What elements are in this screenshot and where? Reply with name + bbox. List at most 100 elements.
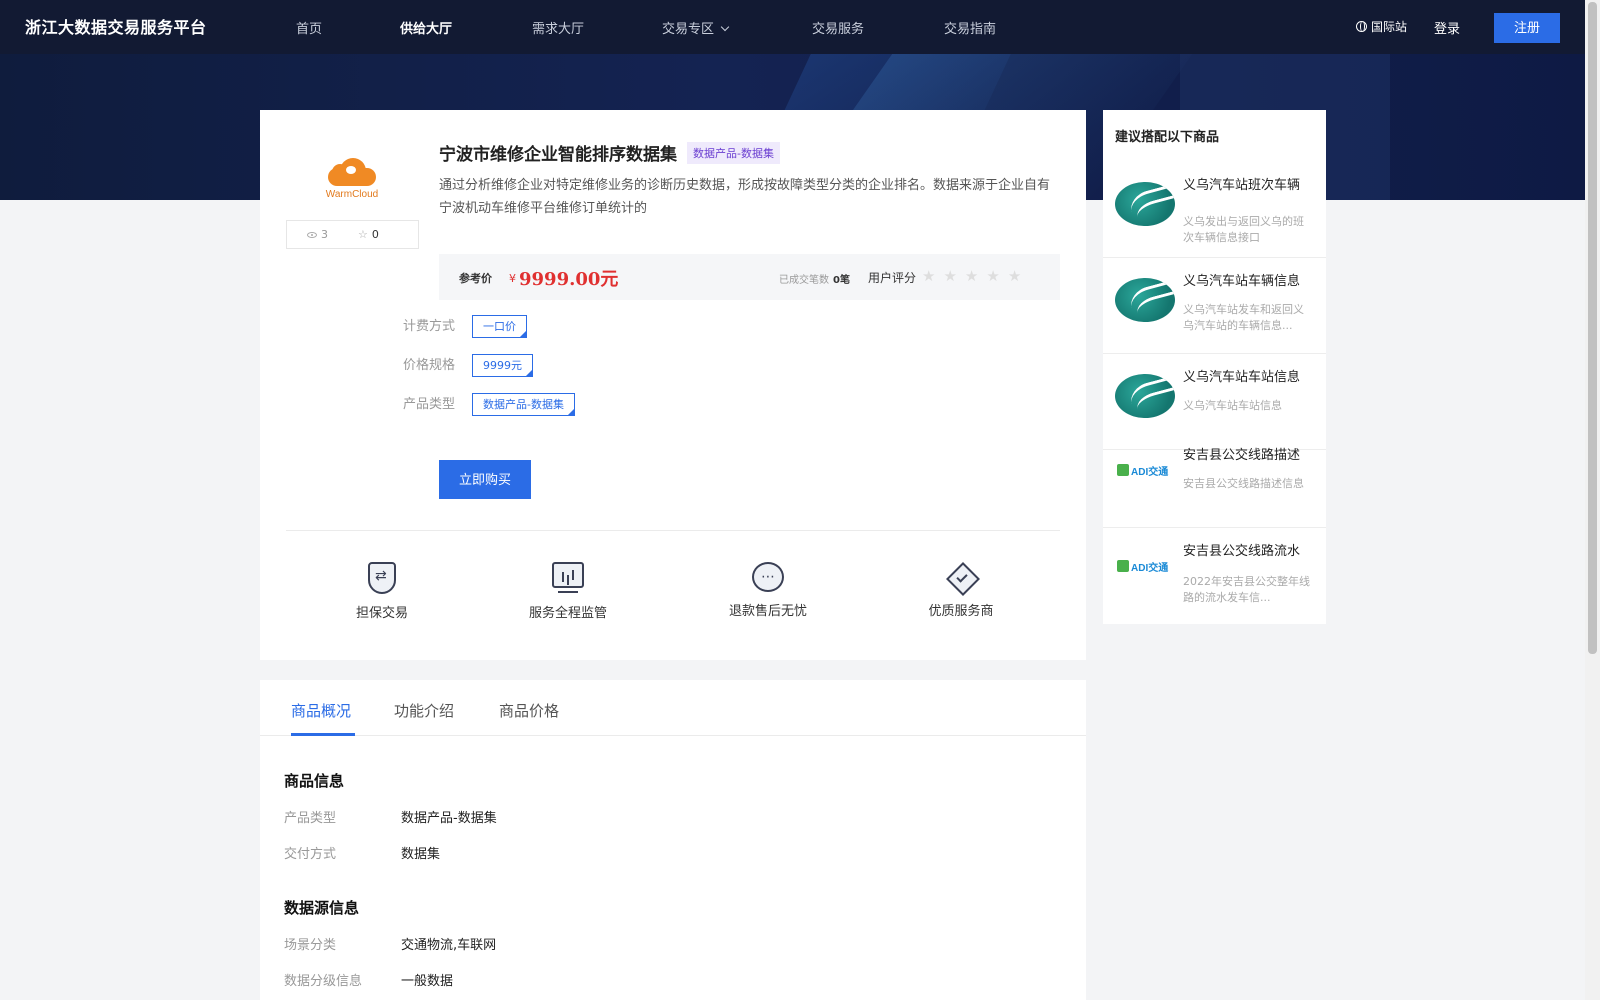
brand-name: WarmCloud xyxy=(325,189,379,200)
favorite-count[interactable]: ☆ 0 xyxy=(358,228,379,241)
deal-count: 已成交笔数 0笔 xyxy=(779,271,850,286)
recommendation-panel: 建议搭配以下商品 义乌汽车站班次车辆 义乌发出与返回义乌的班次车辆信息接口 义乌… xyxy=(1103,110,1326,624)
star-icon: ★ xyxy=(964,267,979,285)
price-label: 参考价 xyxy=(459,272,492,285)
data-source-title: 数据源信息 xyxy=(284,899,360,917)
eye-icon xyxy=(307,231,317,238)
feature-quality-provider: 优质服务商 xyxy=(891,562,1031,619)
adi-logo-mark xyxy=(1117,464,1129,476)
feature-label: 退款售后无忧 xyxy=(728,604,807,619)
product-info-title: 商品信息 xyxy=(284,772,345,790)
view-count-value: 3 xyxy=(321,228,328,241)
chat-icon: ⋯ xyxy=(752,562,784,592)
buy-now-button[interactable]: 立即购买 xyxy=(439,460,531,499)
rating-stars: ★ ★ ★ ★ ★ xyxy=(922,267,1021,285)
diamond-icon xyxy=(946,562,976,592)
rating-label: 用户评分 xyxy=(868,271,917,285)
product-card: WarmCloud 3 ☆ 0 宁波市维修企业智能排序数据集 数据产品-数据集 … xyxy=(260,110,1086,660)
view-count: 3 xyxy=(307,228,328,241)
shield-icon xyxy=(368,562,396,594)
international-site-link[interactable]: 国际站 xyxy=(1356,18,1407,35)
detail-tabs: 商品概况 功能介绍 商品价格 xyxy=(260,680,1086,736)
recommendation-name: 安吉县公交线路描述 xyxy=(1183,448,1301,463)
recommendation-desc: 2022年安吉县公交整年线路的流水发车信... xyxy=(1183,575,1310,604)
recommendation-desc: 义乌发出与返回义乌的班次车辆信息接口 xyxy=(1183,215,1304,244)
recommendation-desc: 义乌汽车站车站信息 xyxy=(1183,399,1282,412)
product-title-row: 宁波市维修企业智能排序数据集 数据产品-数据集 xyxy=(439,140,780,165)
price-spec-label: 价格规格 xyxy=(403,358,456,373)
price-spec-option[interactable]: 9999元 xyxy=(472,354,533,377)
info-value: 交通物流,车联网 xyxy=(401,938,497,953)
divider xyxy=(286,530,1060,531)
nav-item-guide[interactable]: 交易指南 xyxy=(944,18,996,37)
info-label: 场景分类 xyxy=(284,938,337,953)
recommendation-item[interactable]: ADI交通 安吉县公交线路描述 安吉县公交线路描述信息 xyxy=(1103,432,1326,528)
monitor-icon xyxy=(552,562,584,593)
site-logo[interactable]: 浙江大数据交易服务平台 xyxy=(25,14,207,38)
recommendation-title: 建议搭配以下商品 xyxy=(1115,130,1220,145)
nav-item-supply[interactable]: 供给大厅 xyxy=(400,18,452,37)
international-site-label: 国际站 xyxy=(1371,20,1408,34)
product-type-label: 产品类型 xyxy=(403,397,456,412)
scroll-thumb[interactable] xyxy=(1588,2,1597,654)
adi-logo-text: ADI交通 xyxy=(1131,466,1169,478)
tab-overview[interactable]: 商品概况 xyxy=(291,700,351,721)
star-icon: ★ xyxy=(1007,267,1022,285)
recommendation-name: 义乌汽车站车站信息 xyxy=(1183,370,1301,385)
active-tab-indicator xyxy=(291,733,355,736)
star-outline-icon: ☆ xyxy=(358,228,368,241)
bus-station-logo xyxy=(1115,278,1175,322)
recommendation-name: 义乌汽车站车辆信息 xyxy=(1183,274,1301,289)
recommendation-item[interactable]: ADI交通 安吉县公交线路流水 2022年安吉县公交整年线路的流水发车信... xyxy=(1103,528,1326,624)
feature-label: 服务全程监管 xyxy=(528,606,607,621)
info-label: 交付方式 xyxy=(284,847,337,862)
register-button[interactable]: 注册 xyxy=(1494,13,1560,43)
adi-logo-text: ADI交通 xyxy=(1131,562,1169,574)
globe-icon xyxy=(1356,21,1367,32)
info-label: 产品类型 xyxy=(284,811,337,826)
recommendation-desc: 安吉县公交线路描述信息 xyxy=(1183,477,1304,490)
deal-count-label: 已成交笔数 xyxy=(779,275,829,286)
product-type-option[interactable]: 数据产品-数据集 xyxy=(472,393,575,416)
billing-method-option[interactable]: 一口价 xyxy=(472,315,527,338)
info-value: 数据产品-数据集 xyxy=(401,811,497,826)
chevron-down-icon xyxy=(720,22,730,32)
nav-item-services[interactable]: 交易服务 xyxy=(812,18,864,37)
feature-supervision: 服务全程监管 xyxy=(498,562,638,621)
adi-logo-mark xyxy=(1117,560,1129,572)
tab-features[interactable]: 功能介绍 xyxy=(394,700,454,721)
price-value: 9999.00元 xyxy=(519,269,619,290)
nav-item-home[interactable]: 首页 xyxy=(296,18,322,37)
recommendation-item[interactable]: 义乌汽车站车辆信息 义乌汽车站发车和返回义乌汽车站的车辆信息... xyxy=(1103,258,1326,354)
scrollbar[interactable] xyxy=(1585,0,1600,1000)
product-logo: WarmCloud xyxy=(286,128,418,228)
login-link[interactable]: 登录 xyxy=(1434,18,1460,37)
favorite-count-value: 0 xyxy=(371,228,379,241)
info-label: 数据分级信息 xyxy=(284,974,363,989)
recommendation-name: 义乌汽车站班次车辆 xyxy=(1183,178,1301,193)
recommendation-item[interactable]: 义乌汽车站班次车辆 义乌发出与返回义乌的班次车辆信息接口 xyxy=(1103,162,1326,258)
top-navbar: 浙江大数据交易服务平台 首页 供给大厅 需求大厅 交易专区 交易服务 交易指南 … xyxy=(0,0,1585,54)
bus-station-logo xyxy=(1115,182,1175,226)
product-detail-section: 商品概况 功能介绍 商品价格 商品信息 产品类型 数据产品-数据集 交付方式 数… xyxy=(260,680,1086,1000)
deal-count-value: 0笔 xyxy=(833,275,850,286)
star-icon: ★ xyxy=(922,267,936,285)
billing-method-label: 计费方式 xyxy=(403,319,456,334)
product-type-tag: 数据产品-数据集 xyxy=(687,141,780,164)
info-value: 数据集 xyxy=(401,847,441,862)
info-value: 一般数据 xyxy=(401,974,454,989)
page: 浙江大数据交易服务平台 首页 供给大厅 需求大厅 交易专区 交易服务 交易指南 … xyxy=(0,0,1600,1000)
product-title: 宁波市维修企业智能排序数据集 xyxy=(439,145,677,165)
adi-logo: ADI交通 xyxy=(1117,556,1173,576)
bus-station-logo xyxy=(1115,374,1175,418)
tab-price[interactable]: 商品价格 xyxy=(499,700,559,721)
star-icon: ★ xyxy=(943,267,957,285)
nav-item-trading-zone-label: 交易专区 xyxy=(662,22,715,37)
nav-item-trading-zone[interactable]: 交易专区 xyxy=(662,18,730,37)
price-bar: 参考价 ¥ 9999.00元 已成交笔数 0笔 用户评分 ★ ★ ★ ★ ★ xyxy=(439,254,1060,300)
star-icon: ★ xyxy=(986,267,1000,285)
feature-refund: ⋯ 退款售后无忧 xyxy=(698,562,838,619)
product-description: 通过分析维修企业对特定维修业务的诊断历史数据，形成按故障类型分类的企业排名。数据… xyxy=(439,178,1051,216)
price-symbol: ¥ xyxy=(509,272,516,285)
nav-item-demand[interactable]: 需求大厅 xyxy=(532,18,584,37)
